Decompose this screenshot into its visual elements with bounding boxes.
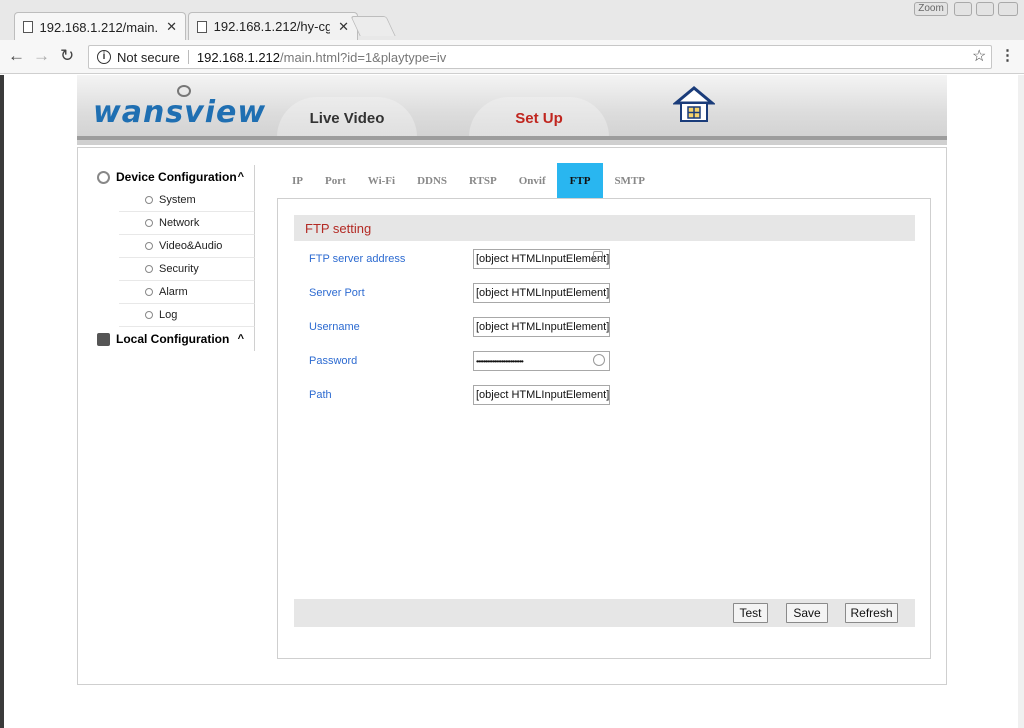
- sidebar-section-label: Device Configuration: [116, 170, 237, 184]
- tab-smtp[interactable]: SMTP: [603, 163, 656, 198]
- forward-icon[interactable]: →: [33, 46, 50, 66]
- key-icon[interactable]: [593, 354, 605, 366]
- page-icon: [23, 21, 33, 33]
- url-path: /main.html?id=1&playtype=iv: [280, 49, 447, 65]
- home-icon[interactable]: [673, 85, 715, 125]
- minimize-button[interactable]: [954, 2, 972, 16]
- url-host: 192.168.1.212: [196, 49, 281, 65]
- sidebar-section-label: Local Configuration: [116, 332, 230, 346]
- sidebar-item-label: System: [159, 194, 196, 206]
- username-input[interactable]: [473, 317, 610, 337]
- tab-ip[interactable]: IP: [281, 163, 314, 198]
- bullet-icon: [145, 265, 153, 273]
- tab-live-video[interactable]: Live Video: [277, 97, 417, 140]
- browser-titlebar: 192.168.1.212/main.h ✕ 192.168.1.212/hy-…: [0, 0, 1024, 41]
- ftp-server-address-input[interactable]: [473, 249, 610, 269]
- password-row: Password: [309, 350, 610, 372]
- maximize-button[interactable]: [976, 2, 994, 16]
- divider: [187, 50, 189, 64]
- address-bar[interactable]: i Not secure 192.168.1.212 /main.html?id…: [88, 45, 992, 69]
- field-label: Path: [309, 389, 332, 401]
- close-window-button[interactable]: [998, 2, 1018, 16]
- tab-set-up[interactable]: Set Up: [469, 97, 609, 140]
- settings-subtabs: IP Port Wi-Fi DDNS RTSP Onvif FTP SMTP: [281, 163, 656, 198]
- security-label: Not secure: [117, 49, 180, 65]
- path-row: Path: [309, 384, 610, 406]
- server-port-row: Server Port: [309, 282, 610, 304]
- scrollbar-track[interactable]: [1018, 75, 1024, 728]
- ftp-setting-title: FTP setting: [294, 215, 915, 241]
- sidebar-device-configuration[interactable]: Device Configuration ^: [91, 165, 255, 189]
- username-row: Username: [309, 316, 610, 338]
- site-header: wansview Live Video Set Up: [77, 75, 947, 145]
- chevron-up-icon[interactable]: ^: [238, 333, 244, 345]
- sidebar-item-label: Log: [159, 309, 178, 321]
- bookmark-star-icon[interactable]: ☆: [972, 46, 986, 66]
- sidebar-item-label: Network: [159, 217, 200, 229]
- bullet-icon: [145, 196, 153, 204]
- tab-rtsp[interactable]: RTSP: [458, 163, 508, 198]
- tab-wifi[interactable]: Wi-Fi: [357, 163, 406, 198]
- bullet-icon: [145, 219, 153, 227]
- reload-icon[interactable]: ↻: [60, 46, 74, 66]
- test-button[interactable]: Test: [733, 603, 768, 623]
- sidebar-item-label: Security: [159, 263, 199, 275]
- sidebar-item-log[interactable]: Log: [119, 304, 255, 327]
- browser-tab-cgi[interactable]: 192.168.1.212/hy-cgi ✕: [188, 12, 358, 40]
- sidebar-item-security[interactable]: Security: [119, 258, 255, 281]
- field-label: Username: [309, 321, 360, 333]
- autofill-icon[interactable]: [593, 251, 603, 261]
- ftp-server-row: FTP server address: [309, 248, 610, 270]
- chevron-up-icon[interactable]: ^: [238, 171, 244, 183]
- tab-title: 192.168.1.212/hy-cgi: [213, 19, 331, 34]
- bullet-icon: [145, 242, 153, 250]
- zoom-button[interactable]: Zoom: [914, 2, 948, 16]
- header-divider: [77, 136, 947, 140]
- window-edge: [0, 75, 4, 728]
- tab-onvif[interactable]: Onvif: [508, 163, 557, 198]
- sidebar-local-configuration[interactable]: Local Configuration ^: [91, 327, 255, 351]
- wansview-logo: wansview: [93, 95, 267, 130]
- sidebar-item-network[interactable]: Network: [119, 212, 255, 235]
- bullet-icon: [145, 288, 153, 296]
- password-input[interactable]: [473, 351, 610, 371]
- back-icon[interactable]: ←: [8, 46, 25, 66]
- sidebar-item-label: Alarm: [159, 286, 188, 298]
- bullet-icon: [145, 311, 153, 319]
- sidebar-item-label: Video&Audio: [159, 240, 223, 252]
- save-button[interactable]: Save: [786, 603, 828, 623]
- field-label: FTP server address: [309, 253, 406, 265]
- close-icon[interactable]: ✕: [166, 19, 177, 35]
- computer-icon: [97, 332, 110, 346]
- tab-ddns[interactable]: DDNS: [406, 163, 458, 198]
- gear-icon: [97, 170, 110, 184]
- field-label: Password: [309, 355, 358, 367]
- sidebar-item-system[interactable]: System: [119, 189, 255, 212]
- sidebar-item-alarm[interactable]: Alarm: [119, 281, 255, 304]
- tab-title: 192.168.1.212/main.h: [39, 19, 159, 35]
- path-input[interactable]: [473, 385, 610, 405]
- refresh-button[interactable]: Refresh: [845, 603, 898, 623]
- info-icon[interactable]: i: [97, 50, 111, 64]
- logo-eye-icon: [177, 85, 191, 97]
- sidebar: Device Configuration ^ System Network Vi…: [91, 165, 255, 351]
- page-icon: [197, 20, 207, 33]
- server-port-input[interactable]: [473, 283, 610, 303]
- tab-ftp[interactable]: FTP: [556, 163, 604, 198]
- browser-tab-main[interactable]: 192.168.1.212/main.h ✕: [14, 12, 186, 41]
- close-icon[interactable]: ✕: [338, 19, 349, 35]
- field-label: Server Port: [309, 287, 365, 299]
- tab-port[interactable]: Port: [314, 163, 357, 198]
- sidebar-item-video-audio[interactable]: Video&Audio: [119, 235, 255, 258]
- browser-menu-icon[interactable]: ⋮: [1000, 46, 1015, 64]
